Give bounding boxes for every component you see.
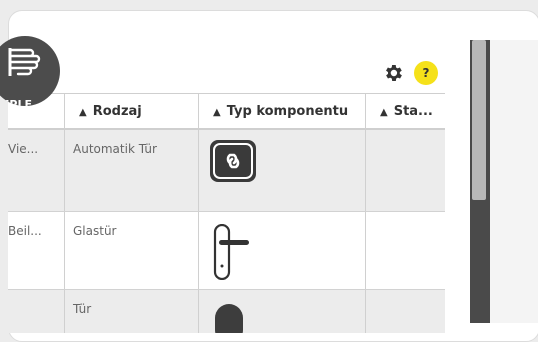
table-cell xyxy=(198,290,365,333)
sort-icon: ▲︎ xyxy=(79,107,87,118)
table-header: ▲︎ Rodzaj ▲︎ Typ komponentu ▲︎ Sta... xyxy=(8,93,445,130)
column-label: Typ komponentu xyxy=(226,104,349,119)
scrollbar-thumb[interactable] xyxy=(472,40,486,200)
table-cell: Automatik Tür xyxy=(64,130,198,211)
sort-icon: ▲︎ xyxy=(380,107,388,118)
table-cell xyxy=(365,290,445,333)
column-header-rodzaj[interactable]: ▲︎ Rodzaj xyxy=(64,94,198,129)
right-panel-edge xyxy=(490,40,538,323)
column-header-typ-komponentu[interactable]: ▲︎ Typ komponentu xyxy=(198,94,365,129)
table-cell xyxy=(365,212,445,289)
table-cell: Glastür xyxy=(64,212,198,289)
table-cell xyxy=(8,290,64,333)
table-cell: Beil... xyxy=(8,224,42,238)
door-handle-icon xyxy=(215,304,243,333)
door-handle-icon xyxy=(213,223,249,281)
table-cell: Vie... xyxy=(8,142,39,156)
badge-label: MPLE xyxy=(0,98,32,106)
table-row[interactable]: Tür xyxy=(8,290,445,333)
table-row[interactable]: Vie... Automatik Tür xyxy=(8,130,445,212)
link-icon xyxy=(210,140,256,182)
table-cell: Tür xyxy=(64,290,198,333)
table-cell xyxy=(198,130,365,211)
column-label: Sta... xyxy=(393,104,433,119)
help-button[interactable]: ? xyxy=(414,61,438,85)
column-header-status[interactable]: ▲︎ Sta... xyxy=(365,94,445,129)
column-label: Rodzaj xyxy=(92,104,142,119)
table-cell xyxy=(198,212,365,289)
table-cell xyxy=(365,130,445,211)
sort-icon: ▲︎ xyxy=(213,107,221,118)
gear-icon[interactable] xyxy=(382,62,404,84)
table-row[interactable]: Beil... Glastür xyxy=(8,212,445,290)
components-table: ▲︎ Rodzaj ▲︎ Typ komponentu ▲︎ Sta... Vie..… xyxy=(8,93,445,333)
pointing-hand-icon xyxy=(8,48,41,76)
